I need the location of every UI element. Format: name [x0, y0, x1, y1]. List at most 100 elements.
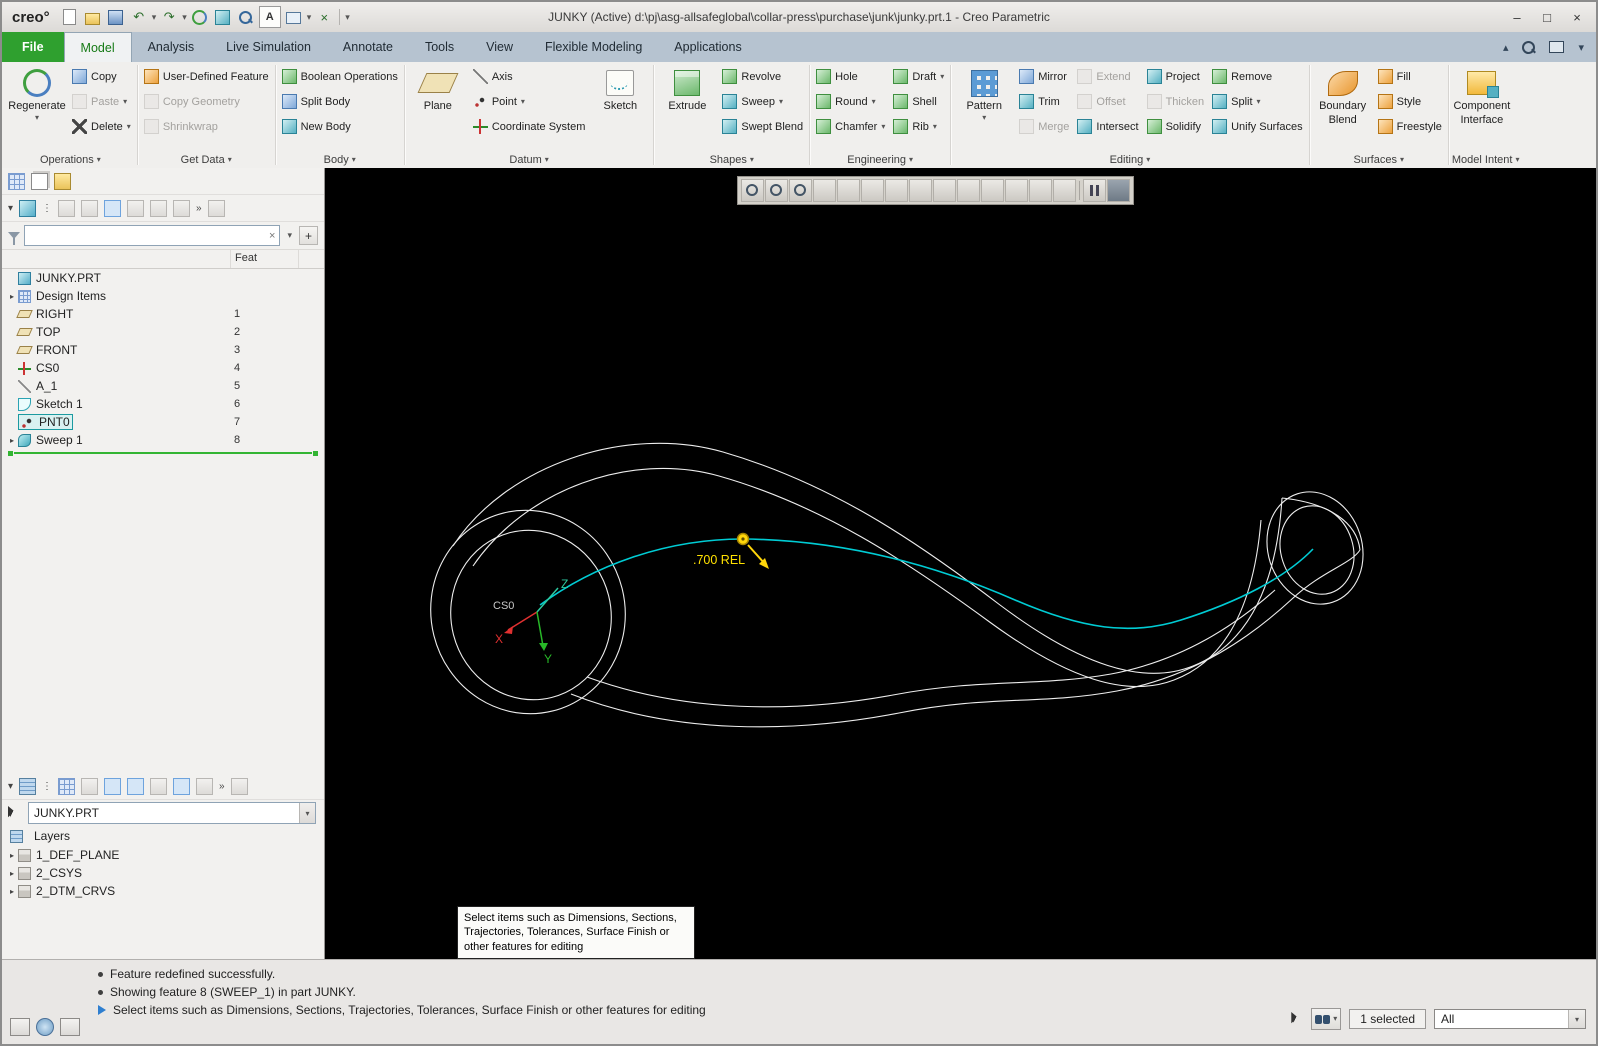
trim-button[interactable]: Trim [1016, 89, 1072, 114]
get-data-group-label[interactable]: Get Data ▾ [141, 151, 272, 168]
surfaces-group-label[interactable]: Surfaces ▾ [1313, 151, 1445, 168]
datum-point-display-icon[interactable] [1005, 179, 1028, 202]
copy-geometry-button[interactable]: Copy Geometry [141, 89, 272, 114]
sweep-tube-wireframe[interactable] [409, 442, 1378, 734]
offset-button[interactable]: Offset [1074, 89, 1141, 114]
expand-icon[interactable]: ▸ [6, 851, 18, 860]
tube-right-outer-rim[interactable] [1253, 479, 1378, 616]
csys-triad[interactable]: Z X Y CS0 [493, 577, 568, 666]
shapes-group-label[interactable]: Shapes ▾ [657, 151, 806, 168]
paste-button[interactable]: Paste ▾ [69, 89, 134, 114]
engineering-group-label[interactable]: Engineering ▾ [813, 151, 947, 168]
remove-button[interactable]: Remove [1209, 64, 1306, 89]
filter-clear-icon[interactable]: × [265, 230, 279, 242]
datum-plane-display-icon[interactable] [957, 179, 980, 202]
layer-settings-icon[interactable] [230, 777, 248, 795]
csys-display-icon[interactable] [1029, 179, 1052, 202]
copy-button[interactable]: Copy [69, 64, 134, 89]
tree-list-icon[interactable] [58, 199, 76, 217]
datum-group-label[interactable]: Datum ▾ [408, 151, 651, 168]
fullscreen-toggle-icon[interactable] [60, 1018, 80, 1036]
freestyle-button[interactable]: Freestyle [1375, 114, 1445, 139]
zoom-out-icon[interactable] [789, 179, 812, 202]
tube-top-silhouette-outer[interactable] [452, 442, 1283, 674]
layer-view-icon[interactable] [58, 777, 76, 795]
graphics-area[interactable]: .700 REL Z X Y CS0 Select items such as … [325, 168, 1596, 960]
layer-toggle-2-icon[interactable] [127, 777, 145, 795]
tree-sort-icon[interactable] [150, 199, 168, 217]
tree-columns-icon[interactable] [104, 199, 122, 217]
trajectory-curve[interactable] [539, 538, 1314, 630]
named-views-icon[interactable] [885, 179, 908, 202]
tree-row-top-plane[interactable]: TOP 2 [2, 323, 324, 341]
axis-button[interactable]: Axis [470, 64, 589, 89]
tab-analysis[interactable]: Analysis [132, 32, 211, 62]
command-search-icon[interactable] [1522, 40, 1536, 54]
layer-row-def-plane[interactable]: ▸ 1_DEF_PLANE [2, 846, 324, 864]
layer-toggle-3-icon[interactable] [150, 777, 168, 795]
layer-row-csys[interactable]: ▸ 2_CSYS [2, 864, 324, 882]
pattern-button[interactable]: Pattern ▾ [954, 64, 1014, 122]
tab-flexible-modeling[interactable]: Flexible Modeling [529, 32, 658, 62]
revolve-button[interactable]: Revolve [719, 64, 806, 89]
split-button[interactable]: Split ▾ [1209, 89, 1306, 114]
redo-icon[interactable]: ↷ [159, 7, 179, 27]
boolean-operations-button[interactable]: Boolean Operations [279, 64, 401, 89]
close-window-icon[interactable]: × [314, 7, 334, 27]
tree-row-a1-axis[interactable]: A_1 5 [2, 377, 324, 395]
dimension-label[interactable]: .700 REL [693, 553, 745, 567]
tab-tools[interactable]: Tools [409, 32, 470, 62]
zoom-region-icon[interactable] [741, 179, 764, 202]
regenerate-quick-icon[interactable] [190, 7, 210, 27]
operations-group-label[interactable]: Operations ▾ [7, 151, 134, 168]
point-button[interactable]: Point ▾ [470, 89, 589, 114]
datum-axis-display-icon[interactable] [981, 179, 1004, 202]
tree-filter-input[interactable] [25, 228, 266, 243]
tab-file[interactable]: File [2, 32, 64, 62]
style-button[interactable]: Style [1375, 89, 1445, 114]
tree-collapse-icon[interactable] [173, 199, 191, 217]
new-body-button[interactable]: New Body [279, 114, 401, 139]
tube-bottom-silhouette-inner[interactable] [586, 589, 1276, 708]
regenerate-button[interactable]: Regenerate ▾ [7, 64, 67, 122]
expand-icon[interactable]: ▸ [6, 887, 18, 896]
thicken-button[interactable]: Thicken [1144, 89, 1208, 114]
model-tree-view-icon[interactable] [8, 172, 25, 190]
select-status-icon[interactable] [1291, 1012, 1302, 1026]
tree-dots-icon[interactable]: ⋮ [42, 203, 52, 214]
layer-row-dtm-crvs[interactable]: ▸ 2_DTM_CRVS [2, 882, 324, 900]
tree-row-pnt0[interactable]: PNT0 7 [2, 413, 324, 431]
tab-model[interactable]: Model [63, 32, 132, 62]
editing-group-label[interactable]: Editing ▾ [954, 151, 1305, 168]
navigator-toggle-icon[interactable] [10, 1018, 30, 1036]
tree-row-right-plane[interactable]: RIGHT 1 [2, 305, 324, 323]
filter-add-button[interactable]: + [299, 226, 318, 245]
tree-row-root[interactable]: JUNKY.PRT [2, 269, 324, 287]
expand-icon[interactable]: ▸ [6, 869, 18, 878]
spin-center-icon[interactable] [1107, 179, 1130, 202]
expand-icon[interactable]: ▸ [6, 436, 18, 445]
layer-model-combo[interactable]: JUNKY.PRT ▾ [28, 802, 316, 824]
annotation-icon[interactable]: A [258, 6, 281, 28]
layer-caret-icon[interactable]: ▾ [8, 781, 13, 792]
zoom-in-icon[interactable] [765, 179, 788, 202]
tree-caret-icon[interactable]: ▾ [8, 203, 13, 214]
tube-top-silhouette-inner[interactable] [472, 467, 1262, 688]
csys-label[interactable]: CS0 [493, 600, 514, 612]
windows-caret-icon[interactable]: ▾ [307, 12, 312, 23]
repaint-icon[interactable] [837, 179, 860, 202]
layers-header[interactable]: Layers [2, 826, 324, 846]
tree-row-sweep1[interactable]: ▸ Sweep 1 8 [2, 431, 324, 449]
browser-toggle-icon[interactable] [36, 1018, 54, 1036]
solidify-button[interactable]: Solidify [1144, 114, 1208, 139]
expand-icon[interactable]: ▸ [6, 292, 18, 301]
display-style-icon[interactable] [861, 179, 884, 202]
body-group-label[interactable]: Body ▾ [279, 151, 401, 168]
tab-live-simulation[interactable]: Live Simulation [210, 32, 327, 62]
measure-icon[interactable] [213, 7, 233, 27]
combo-caret-icon[interactable]: ▾ [299, 803, 315, 823]
tab-annotate[interactable]: Annotate [327, 32, 409, 62]
model-intent-group-label[interactable]: Model Intent ▾ [1452, 151, 1520, 168]
tree-row-cs0[interactable]: CS0 4 [2, 359, 324, 377]
tube-bottom-silhouette-outer[interactable] [570, 549, 1361, 728]
